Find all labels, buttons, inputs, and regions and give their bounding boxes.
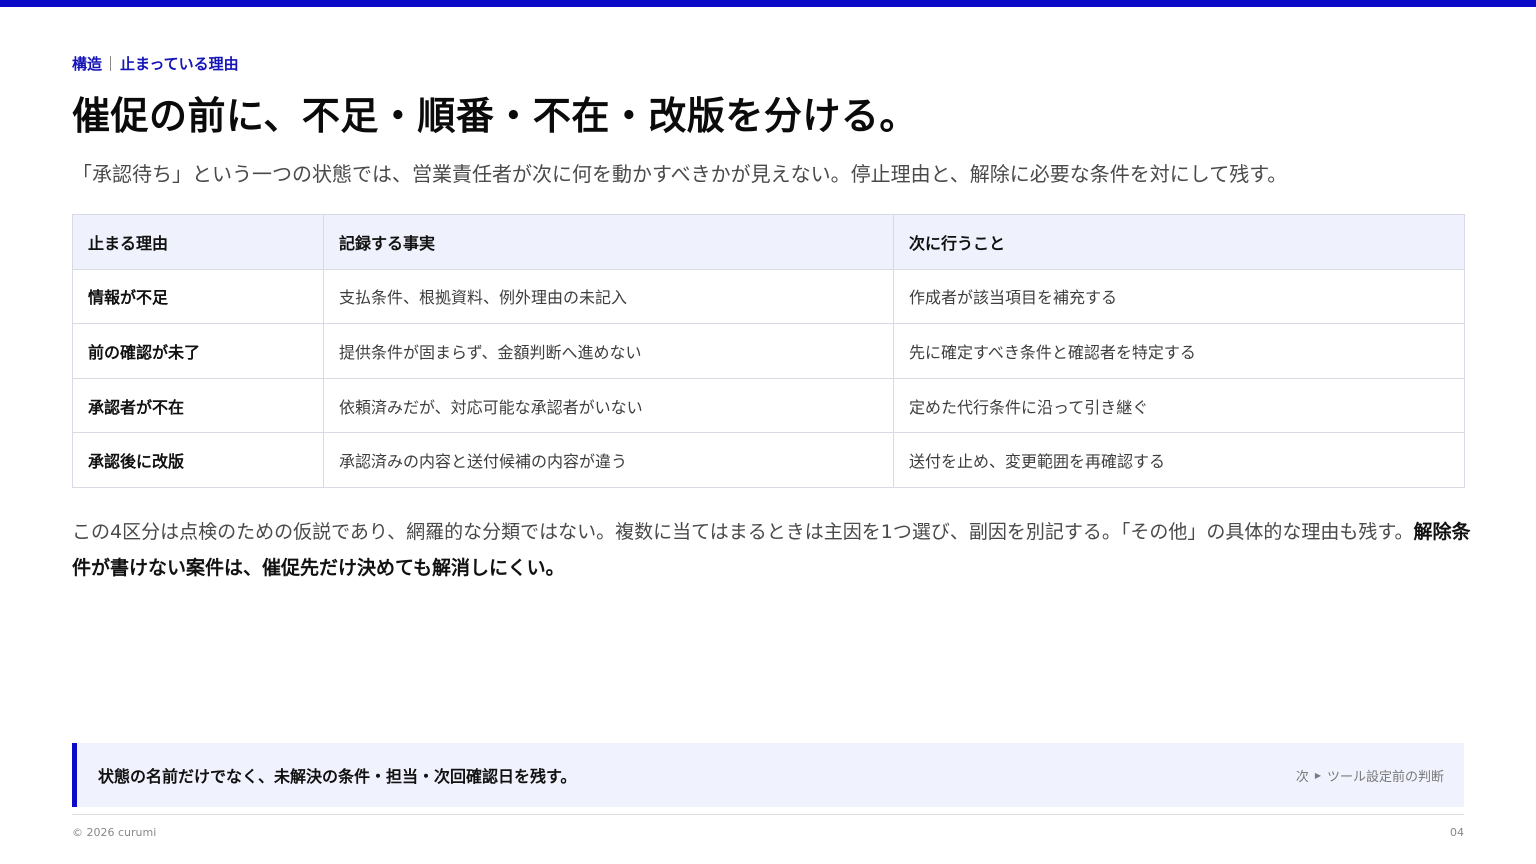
copyright: © 2026 curumi <box>72 826 157 839</box>
callout-text: 状態の名前だけでなく、未解決の条件・担当・次回確認日を残す。 <box>98 767 577 786</box>
cell-facts: 提供条件が固まらず、金額判断へ進めない <box>323 323 894 379</box>
triangle-right-icon: ▶ <box>1314 770 1321 780</box>
cell-facts: 依頼済みだが、対応可能な承認者がいない <box>323 377 894 434</box>
note-text: この4区分は点検のための仮説であり、網羅的な分類ではない。複数に当てはまるときは… <box>72 521 1414 543</box>
next-prefix: 次 <box>1295 769 1309 785</box>
reasons-table: 止まる理由 記録する事実 次に行うこと 情報が不足 支払条件、根拠資料、例外理由… <box>72 214 1465 488</box>
table-row: 承認後に改版 承認済みの内容と送付候補の内容が違う 送付を止め、変更範囲を再確認… <box>72 432 1465 488</box>
cell-reason: 承認後に改版 <box>72 432 324 488</box>
cell-next-action: 送付を止め、変更範囲を再確認する <box>893 432 1465 488</box>
header-facts: 記録する事実 <box>323 214 894 270</box>
top-accent-bar <box>0 0 1536 7</box>
summary-callout: 状態の名前だけでなく、未解決の条件・担当・次回確認日を残す。 次 ▶ ツール設定… <box>72 743 1464 807</box>
cell-reason: 情報が不足 <box>72 268 324 325</box>
breadcrumb: 構造 止まっている理由 <box>72 53 239 73</box>
next-slide-link[interactable]: 次 ▶ ツール設定前の判断 <box>1296 766 1444 785</box>
table-row: 情報が不足 支払条件、根拠資料、例外理由の未記入 作成者が該当項目を補充する <box>72 268 1465 325</box>
cell-facts: 承認済みの内容と送付候補の内容が違う <box>323 432 894 488</box>
footer-divider <box>72 814 1464 815</box>
cell-next-action: 先に確定すべき条件と確認者を特定する <box>893 323 1465 379</box>
page-number: 04 <box>1450 826 1464 839</box>
page-title: 催促の前に、不足・順番・不在・改版を分ける。 <box>72 94 918 138</box>
cell-next-action: 作成者が該当項目を補充する <box>893 268 1465 325</box>
header-next-action: 次に行うこと <box>893 214 1465 270</box>
next-label: ツール設定前の判断 <box>1326 769 1444 785</box>
lead-text: 「承認待ち」という一つの状態では、営業責任者が次に何を動かすべきかが見えない。停… <box>72 162 1288 186</box>
header-reason: 止まる理由 <box>72 214 324 270</box>
cell-facts: 支払条件、根拠資料、例外理由の未記入 <box>323 268 894 325</box>
breadcrumb-topic: 止まっている理由 <box>120 54 239 73</box>
cell-next-action: 定めた代行条件に沿って引き継ぐ <box>893 377 1465 434</box>
table-header-row: 止まる理由 記録する事実 次に行うこと <box>72 214 1465 270</box>
table-row: 承認者が不在 依頼済みだが、対応可能な承認者がいない 定めた代行条件に沿って引き… <box>72 377 1465 434</box>
cell-reason: 前の確認が未了 <box>72 323 324 379</box>
cell-reason: 承認者が不在 <box>72 377 324 434</box>
table-row: 前の確認が未了 提供条件が固まらず、金額判断へ進めない 先に確定すべき条件と確認… <box>72 323 1465 379</box>
breadcrumb-section: 構造 <box>72 54 103 73</box>
breadcrumb-divider <box>110 55 112 71</box>
note-paragraph: この4区分は点検のための仮説であり、網羅的な分類ではない。複数に当てはまるときは… <box>72 514 1472 586</box>
